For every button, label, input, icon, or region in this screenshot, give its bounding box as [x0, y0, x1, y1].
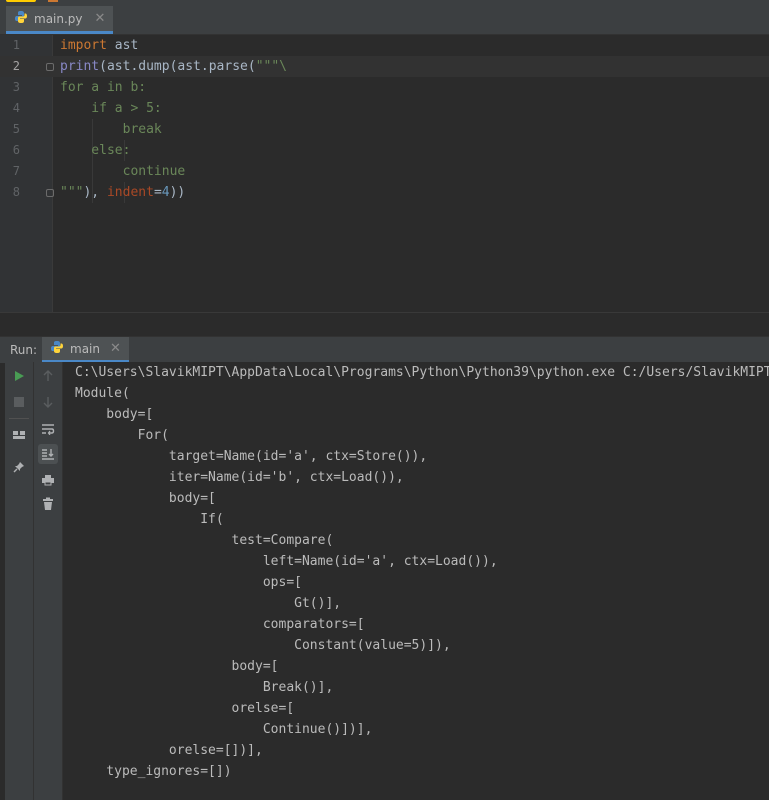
code-token: for a in b: [60, 80, 147, 95]
code-token: print [60, 59, 100, 74]
toolbar-accent-2 [48, 0, 58, 2]
code-line-6: 6 else: [0, 140, 769, 161]
fold-marker-icon[interactable] [46, 63, 54, 71]
play-icon [13, 367, 25, 386]
console-line: target=Name(id='a', ctx=Store()), [75, 449, 428, 464]
python-file-icon [14, 9, 28, 28]
pin-tab-button[interactable] [9, 457, 29, 477]
close-icon[interactable]: ✕ [95, 11, 106, 26]
run-console-output[interactable]: C:\Users\SlavikMIPT\AppData\Local\Progra… [63, 362, 769, 800]
console-line: left=Name(id='a', ctx=Load()), [75, 554, 498, 569]
code-line-8: 8 """), indent=4)) [0, 182, 769, 203]
code-line-5: 5 break [0, 119, 769, 140]
console-line: type_ignores=[]) [75, 764, 232, 779]
line-number: 7 [12, 164, 20, 178]
console-line: ops=[ [75, 575, 302, 590]
code-line-2: 2 print(ast.dump(ast.parse("""\ [0, 56, 769, 77]
run-tool-window-header: Run: main ✕ [0, 336, 769, 363]
stop-button[interactable] [9, 392, 29, 412]
line-number: 4 [12, 101, 20, 115]
toolbar-divider [9, 418, 29, 419]
print-button[interactable] [38, 470, 58, 490]
console-line: Constant(value=5)]), [75, 638, 451, 653]
console-lines: C:\Users\SlavikMIPT\AppData\Local\Progra… [75, 362, 769, 782]
console-line: If( [75, 512, 224, 527]
console-line: For( [75, 428, 169, 443]
console-line: comparators=[ [75, 617, 365, 632]
line-number: 1 [12, 38, 20, 52]
layout-button[interactable] [9, 425, 29, 445]
soft-wrap-icon [41, 420, 55, 439]
console-line: orelse=[ [75, 701, 295, 716]
console-line: Continue()])], [75, 722, 373, 737]
scroll-to-end-icon [41, 445, 55, 464]
down-button[interactable] [38, 392, 58, 412]
toolbar-accent [6, 0, 36, 2]
panel-splitter[interactable] [0, 312, 769, 337]
code-token: (ast.dump(ast.parse( [99, 59, 256, 74]
scroll-to-end-button[interactable] [38, 444, 58, 464]
code-token: if a > 5: [60, 101, 162, 116]
close-icon[interactable]: ✕ [110, 341, 121, 356]
code-editor[interactable]: 1 import ast 2 print(ast.dump(ast.parse(… [0, 35, 769, 312]
arrow-down-icon [42, 393, 54, 412]
line-number: 5 [12, 122, 20, 136]
line-number: 2 [12, 59, 20, 73]
console-line: body=[ [75, 659, 279, 674]
code-token: import [60, 38, 107, 53]
line-number: 8 [12, 185, 20, 199]
console-line: iter=Name(id='b', ctx=Load()), [75, 470, 404, 485]
line-number: 6 [12, 143, 20, 157]
code-line-1: 1 import ast [0, 35, 769, 56]
code-line-3: 3 for a in b: [0, 77, 769, 98]
editor-tab-main-py[interactable]: main.py ✕ [6, 6, 114, 34]
code-token: ), [83, 185, 107, 200]
code-line-7: 7 continue [0, 161, 769, 182]
run-toolbar-primary [5, 362, 34, 800]
line-number: 3 [12, 80, 20, 94]
console-line: C:\Users\SlavikMIPT\AppData\Local\Progra… [75, 365, 769, 380]
editor-tab-label: main.py [34, 11, 83, 26]
console-line: Break()], [75, 680, 334, 695]
code-token: continue [60, 164, 186, 179]
code-token: """ [60, 185, 84, 200]
console-line: test=Compare( [75, 533, 334, 548]
code-token: indent [106, 185, 154, 200]
trash-icon [42, 496, 54, 515]
up-button[interactable] [38, 366, 58, 386]
arrow-up-icon [42, 367, 54, 386]
soft-wrap-button[interactable] [38, 419, 58, 439]
run-panel-label: Run: [10, 343, 38, 357]
clear-all-button[interactable] [38, 495, 58, 515]
console-line: Module( [75, 386, 130, 401]
pin-icon [13, 458, 25, 477]
layout-icon [12, 426, 26, 445]
code-token: )) [169, 185, 186, 200]
code-token: 4 [161, 185, 170, 200]
code-token: ast [106, 38, 139, 53]
fold-marker-icon[interactable] [46, 189, 54, 197]
run-toolbar-secondary [34, 362, 63, 800]
printer-icon [41, 471, 55, 490]
stop-icon [13, 393, 25, 412]
python-run-config-icon [50, 339, 64, 358]
console-line: Gt()], [75, 596, 342, 611]
code-token: break [60, 122, 162, 137]
console-line: orelse=[])], [75, 743, 263, 758]
editor-tab-bar: main.py ✕ [0, 6, 769, 35]
run-tab-main[interactable]: main ✕ [42, 337, 129, 363]
code-token: = [153, 185, 162, 200]
console-line: body=[ [75, 407, 154, 422]
code-line-4: 4 if a > 5: [0, 98, 769, 119]
console-line: body=[ [75, 491, 216, 506]
code-token: """\ [255, 59, 287, 74]
rerun-button[interactable] [9, 366, 29, 386]
run-tab-label: main [70, 341, 100, 356]
code-token: else: [60, 143, 131, 158]
